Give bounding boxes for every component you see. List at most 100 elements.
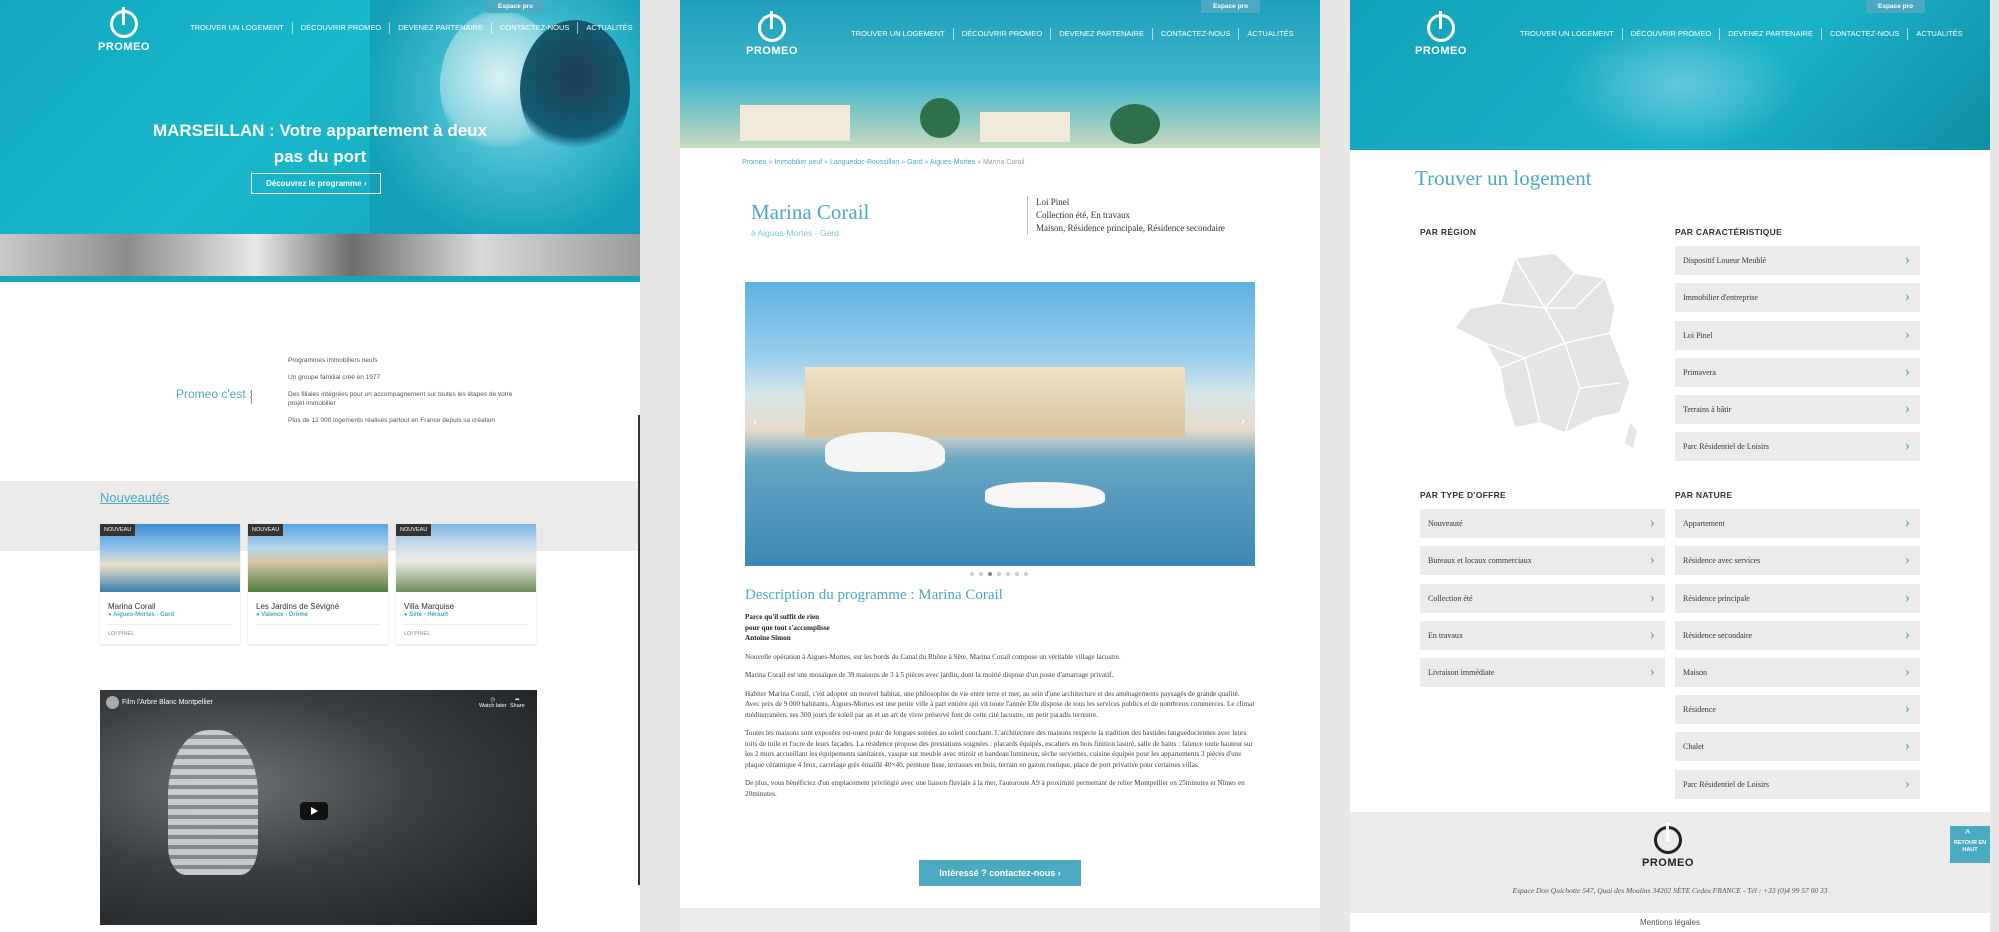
about-line: Programmes immobiliers neufs <box>288 357 378 364</box>
breadcrumb: Promeo » Immobilier neuf » Languedoc-Rou… <box>742 159 1025 166</box>
footer-band <box>680 908 1320 932</box>
filter-nature[interactable]: Chalet <box>1675 732 1920 761</box>
carousel-prev-icon[interactable]: ‹ <box>753 412 758 428</box>
filter-type[interactable]: En travaux <box>1420 621 1665 650</box>
breadcrumb-link[interactable]: Promeo <box>742 159 767 166</box>
card-tag <box>256 624 380 631</box>
promeo-logo[interactable]: PROMEO <box>98 7 150 53</box>
new-badge: NOUVEAU <box>396 524 432 536</box>
filter-nature[interactable]: Résidence secondaire <box>1675 621 1920 650</box>
back-to-top-button[interactable]: ^ RETOUR EN HAUT <box>1950 826 1990 863</box>
espace-pro-button[interactable]: Espace pro <box>1201 0 1261 13</box>
meta-line: Collection été, En travaux <box>1036 210 1130 220</box>
map-corsica[interactable] <box>1625 423 1637 448</box>
home-page: PROMEO Espace pro TROUVER UN LOGEMENT DÉ… <box>0 0 640 932</box>
nav-actualites[interactable]: ACTUALITÉS <box>1239 28 1301 40</box>
breadcrumb-link[interactable]: Languedoc-Roussillon <box>830 159 899 166</box>
espace-pro-button[interactable]: Espace pro <box>1866 0 1926 13</box>
filter-caracteristique[interactable]: Primavera <box>1675 358 1920 387</box>
program-card[interactable]: NOUVEAU Les Jardins de Sévigné ● Valence… <box>248 524 388 644</box>
card-name: Les Jardins de Sévigné <box>256 602 340 611</box>
breadcrumb-link[interactable]: Aigues-Mortes <box>930 159 975 166</box>
video-player[interactable]: Film l'Arbre Blanc Montpellier ◷ Watch la… <box>100 690 537 925</box>
about-list: Programmes immobiliers neufs Un groupe f… <box>288 356 528 425</box>
par-nature-heading: PAR NATURE <box>1675 490 1733 500</box>
program-card[interactable]: NOUVEAU Villa Marquise ● Sète - Hérault … <box>396 524 536 644</box>
tower-image <box>168 730 258 875</box>
hero-house <box>740 105 850 141</box>
villas-image <box>805 367 1185 437</box>
filter-type[interactable]: Collection été <box>1420 584 1665 613</box>
par-type-heading: PAR TYPE D'OFFRE <box>1420 490 1507 500</box>
nav-contact[interactable]: CONTACTEZ-NOUS <box>492 22 579 34</box>
program-title: Marina Corail <box>751 200 870 224</box>
nouveautes-title[interactable]: Nouveautés <box>100 490 169 505</box>
promeo-logo[interactable]: PROMEO <box>746 11 798 57</box>
about-line: Des filiales intégrées pour un accompagn… <box>288 391 513 407</box>
filter-nature[interactable]: Résidence avec services <box>1675 546 1920 575</box>
card-tag: LOI PINEL <box>404 624 528 637</box>
card-location: ● Sète - Hérault <box>404 612 448 618</box>
meta-line: Maison, Résidence principale, Résidence … <box>1036 223 1225 233</box>
main-nav: TROUVER UN LOGEMENT DÉCOUVRIR PROMEO DEV… <box>1512 28 1971 40</box>
contact-us-button[interactable]: Intéressé ? contactez-nous › <box>919 860 1081 886</box>
filter-nature[interactable]: Maison <box>1675 658 1920 687</box>
breadcrumb-link[interactable]: Gard <box>907 159 923 166</box>
espace-pro-button[interactable]: Espace pro <box>486 0 546 13</box>
filter-caracteristique[interactable]: Terrains à bâtir <box>1675 395 1920 424</box>
watch-later-button[interactable]: ◷ Watch later <box>479 697 507 709</box>
boat-image <box>825 432 945 472</box>
nav-partenaire[interactable]: DEVENEZ PARTENAIRE <box>1051 28 1153 40</box>
filter-caracteristique[interactable]: Loi Pinel <box>1675 321 1920 350</box>
carousel-next-icon[interactable]: › <box>1240 412 1245 428</box>
nav-contact[interactable]: CONTACTEZ-NOUS <box>1153 28 1240 40</box>
video-title: Film l'Arbre Blanc Montpellier <box>122 699 213 706</box>
france-map[interactable] <box>1445 248 1645 453</box>
program-carousel[interactable]: ‹ › <box>745 282 1255 566</box>
mentions-legales-link[interactable]: Mentions légales <box>1350 913 1990 932</box>
promeo-logo[interactable]: PROMEO <box>1415 11 1467 57</box>
program-page: PROMEO Espace pro TROUVER UN LOGEMENT DÉ… <box>680 0 1320 932</box>
filter-type[interactable]: Livraison immédiate <box>1420 658 1665 687</box>
play-icon[interactable] <box>300 802 328 820</box>
nav-trouver[interactable]: TROUVER UN LOGEMENT <box>1512 28 1623 40</box>
share-button[interactable]: ➦ Share <box>510 697 525 709</box>
filter-caracteristique[interactable]: Dispositif Loueur Meublé <box>1675 246 1920 275</box>
card-location: ● Aigues-Mortes - Gard <box>108 612 175 618</box>
filter-type[interactable]: Nouveauté <box>1420 509 1665 538</box>
nav-decouvrir[interactable]: DÉCOUVRIR PROMEO <box>1623 28 1721 40</box>
program-card[interactable]: NOUVEAU Marina Corail ● Aigues-Mortes - … <box>100 524 240 644</box>
nav-contact[interactable]: CONTACTEZ-NOUS <box>1822 28 1909 40</box>
description-body: Parce qu'il suffit de rien pour que tout … <box>745 613 1255 798</box>
nav-actualites[interactable]: ACTUALITÉS <box>578 22 640 34</box>
page-title: Trouver un logement <box>1415 166 1592 190</box>
filter-nature[interactable]: Résidence principale <box>1675 584 1920 613</box>
filter-nature[interactable]: Appartement <box>1675 509 1920 538</box>
filter-caracteristique[interactable]: Immobilier d'entreprise <box>1675 283 1920 312</box>
filter-nature[interactable]: Résidence <box>1675 695 1920 724</box>
nav-trouver[interactable]: TROUVER UN LOGEMENT <box>182 22 293 34</box>
card-name: Marina Corail <box>108 602 156 611</box>
pin-icon: ● <box>108 612 112 618</box>
description-title: Description du programme : Marina Corail <box>745 587 1003 603</box>
hero-tree <box>1110 104 1160 144</box>
breadcrumb-link[interactable]: Immobilier neuf <box>774 159 822 166</box>
discover-program-button[interactable]: Découvrez le programme › <box>251 173 382 194</box>
paragraph: De plus, vous bénéficiez d'un emplacemen… <box>745 779 1245 798</box>
pin-icon: ● <box>256 612 260 618</box>
filter-nature[interactable]: Parc Résidentiel de Loisirs <box>1675 770 1920 799</box>
program-location: à Aigues-Mortes - Gard <box>751 228 839 238</box>
footer-logo[interactable]: PROMEO <box>1642 823 1694 869</box>
carousel-dots[interactable] <box>970 572 1028 576</box>
nav-decouvrir[interactable]: DÉCOUVRIR PROMEO <box>954 28 1052 40</box>
nav-trouver[interactable]: TROUVER UN LOGEMENT <box>843 28 954 40</box>
filter-type[interactable]: Bureaux et locaux commerciaux <box>1420 546 1665 575</box>
main-nav: TROUVER UN LOGEMENT DÉCOUVRIR PROMEO DEV… <box>182 22 640 34</box>
nav-decouvrir[interactable]: DÉCOUVRIR PROMEO <box>293 22 391 34</box>
nav-actualites[interactable]: ACTUALITÉS <box>1908 28 1970 40</box>
scrollbar[interactable] <box>638 415 640 885</box>
nav-partenaire[interactable]: DEVENEZ PARTENAIRE <box>390 22 492 34</box>
program-hero: PROMEO Espace pro TROUVER UN LOGEMENT DÉ… <box>680 0 1320 148</box>
filter-caracteristique[interactable]: Parc Résidentiel de Loisirs <box>1675 432 1920 461</box>
nav-partenaire[interactable]: DEVENEZ PARTENAIRE <box>1720 28 1822 40</box>
